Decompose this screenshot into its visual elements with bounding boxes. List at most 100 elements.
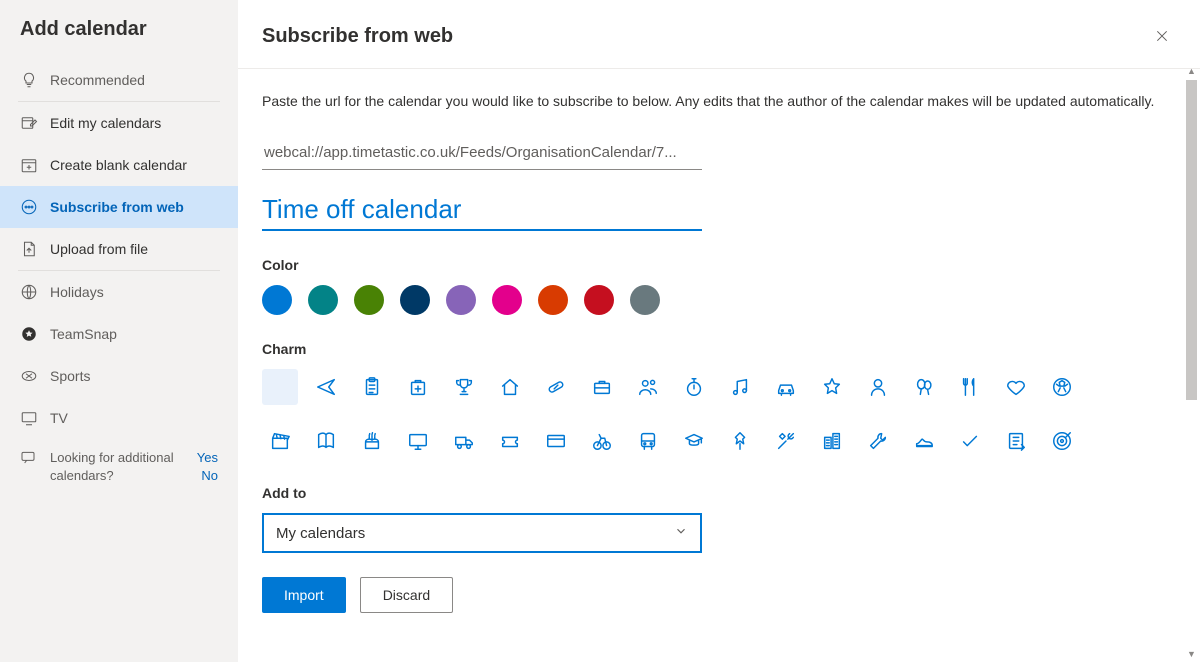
charm-person-icon[interactable] — [860, 369, 896, 405]
feedback-text: Looking for additional calendars? — [50, 449, 197, 485]
sidebar-item-label: Create blank calendar — [50, 157, 187, 173]
star-badge-icon — [20, 325, 38, 343]
charm-cake-icon[interactable] — [354, 423, 390, 459]
color-swatch-3[interactable] — [400, 285, 430, 315]
charm-shoe-icon[interactable] — [906, 423, 942, 459]
charm-note-icon[interactable] — [998, 423, 1034, 459]
charm-buildings-icon[interactable] — [814, 423, 850, 459]
addto-select[interactable]: My calendars — [262, 513, 702, 553]
sidebar-item-label: Recommended — [50, 72, 145, 88]
charm-medical-icon[interactable] — [400, 369, 436, 405]
charm-music-icon[interactable] — [722, 369, 758, 405]
chat-icon — [20, 449, 38, 485]
color-swatch-4[interactable] — [446, 285, 476, 315]
chevron-down-icon — [674, 524, 688, 542]
color-swatch-6[interactable] — [538, 285, 568, 315]
charm-ticket-icon[interactable] — [492, 423, 528, 459]
sidebar-item-label: Subscribe from web — [50, 199, 184, 215]
sidebar-item-label: TV — [50, 410, 68, 426]
page-title: Subscribe from web — [262, 25, 1148, 48]
charm-wrench-icon[interactable] — [860, 423, 896, 459]
charm-bus-icon[interactable] — [630, 423, 666, 459]
sidebar-item-sports[interactable]: Sports — [0, 355, 238, 397]
scroll-up-icon[interactable]: ▲ — [1183, 62, 1200, 79]
feedback-row: Looking for additional calendars? Yes No — [0, 439, 238, 485]
charm-balloons-icon[interactable] — [906, 369, 942, 405]
calendar-plus-icon — [20, 156, 38, 174]
scrollbar[interactable]: ▲ ▼ — [1183, 0, 1200, 662]
sidebar-item-upload-file[interactable]: Upload from file — [0, 228, 238, 270]
main-header: Subscribe from web — [238, 0, 1200, 69]
charm-trophy-icon[interactable] — [446, 369, 482, 405]
calendar-edit-icon — [20, 114, 38, 132]
feedback-no-link[interactable]: No — [201, 467, 218, 485]
charm-label: Charm — [262, 341, 1176, 357]
scroll-thumb[interactable] — [1186, 80, 1197, 400]
addto-label: Add to — [262, 485, 1176, 501]
football-icon — [20, 367, 38, 385]
tv-icon — [20, 409, 38, 427]
color-swatch-0[interactable] — [262, 285, 292, 315]
color-swatch-1[interactable] — [308, 285, 338, 315]
discard-button[interactable]: Discard — [360, 577, 453, 613]
sidebar-item-holidays[interactable]: Holidays — [0, 271, 238, 313]
scroll-down-icon[interactable]: ▼ — [1183, 645, 1200, 662]
charm-pin-icon[interactable] — [722, 423, 758, 459]
charm-monitor-icon[interactable] — [400, 423, 436, 459]
sidebar-item-tv[interactable]: TV — [0, 397, 238, 439]
charm-clapperboard-icon[interactable] — [262, 423, 298, 459]
globe-icon — [20, 283, 38, 301]
color-swatch-7[interactable] — [584, 285, 614, 315]
sidebar-item-label: TeamSnap — [50, 326, 117, 342]
charm-tools-icon[interactable] — [768, 423, 804, 459]
color-swatch-8[interactable] — [630, 285, 660, 315]
sidebar-item-subscribe-web[interactable]: Subscribe from web — [0, 186, 238, 228]
color-swatch-5[interactable] — [492, 285, 522, 315]
sidebar-item-label: Upload from file — [50, 241, 148, 257]
charm-people-icon[interactable] — [630, 369, 666, 405]
sidebar-item-label: Sports — [50, 368, 90, 384]
charm-graduation-icon[interactable] — [676, 423, 712, 459]
main-panel: Subscribe from web Paste the url for the… — [238, 0, 1200, 662]
charm-target-icon[interactable] — [1044, 423, 1080, 459]
sidebar: Add calendar Recommended Edit my calenda… — [0, 0, 238, 662]
charm-star-icon[interactable] — [814, 369, 850, 405]
charm-grid — [262, 369, 1122, 459]
description-text: Paste the url for the calendar you would… — [262, 91, 1162, 112]
charm-none-icon[interactable] — [262, 369, 298, 405]
sidebar-item-edit-calendars[interactable]: Edit my calendars — [0, 102, 238, 144]
calendar-url-input[interactable] — [262, 138, 702, 170]
close-button[interactable] — [1148, 22, 1176, 50]
charm-card-icon[interactable] — [538, 423, 574, 459]
charm-briefcase-icon[interactable] — [584, 369, 620, 405]
import-button[interactable]: Import — [262, 577, 346, 613]
charm-clipboard-icon[interactable] — [354, 369, 390, 405]
charm-checkmark-icon[interactable] — [952, 423, 988, 459]
color-label: Color — [262, 257, 1176, 273]
sidebar-item-recommended[interactable]: Recommended — [0, 59, 238, 101]
sidebar-item-label: Edit my calendars — [50, 115, 161, 131]
charm-heart-icon[interactable] — [998, 369, 1034, 405]
charm-airplane-icon[interactable] — [308, 369, 344, 405]
charm-stopwatch-icon[interactable] — [676, 369, 712, 405]
sidebar-item-label: Holidays — [50, 284, 104, 300]
sidebar-item-create-blank[interactable]: Create blank calendar — [0, 144, 238, 186]
color-swatch-2[interactable] — [354, 285, 384, 315]
charm-book-icon[interactable] — [308, 423, 344, 459]
charm-soccer-icon[interactable] — [1044, 369, 1080, 405]
charm-bicycle-icon[interactable] — [584, 423, 620, 459]
addto-selected-text: My calendars — [276, 525, 674, 542]
charm-pill-icon[interactable] — [538, 369, 574, 405]
lightbulb-icon — [20, 71, 38, 89]
charm-house-icon[interactable] — [492, 369, 528, 405]
charm-car-icon[interactable] — [768, 369, 804, 405]
sidebar-item-teamsnap[interactable]: TeamSnap — [0, 313, 238, 355]
color-swatch-row — [262, 285, 1176, 315]
sidebar-title: Add calendar — [0, 18, 238, 59]
charm-fork-knife-icon[interactable] — [952, 369, 988, 405]
feedback-yes-link[interactable]: Yes — [197, 449, 218, 467]
file-upload-icon — [20, 240, 38, 258]
calendar-name-input[interactable] — [262, 188, 702, 231]
charm-truck-icon[interactable] — [446, 423, 482, 459]
subscribe-icon — [20, 198, 38, 216]
